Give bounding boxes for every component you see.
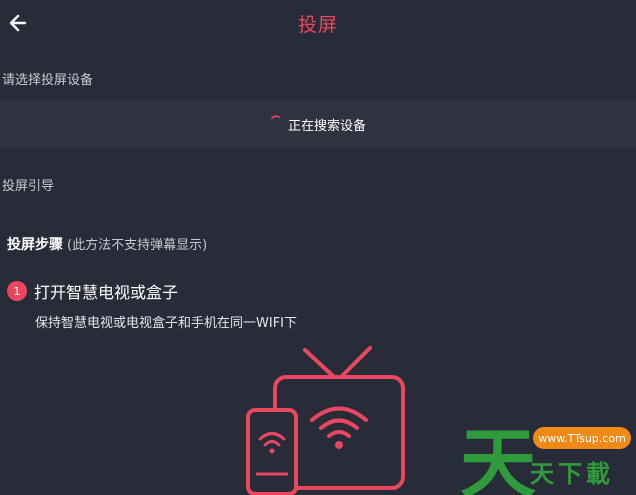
tv-phone-wifi-illustration [246,346,405,495]
watermark-chars: 天下載 [530,460,614,488]
loading-spinner-icon [271,115,280,119]
watermark-big-char: 天 [460,419,536,495]
page-title: 投屏 [297,14,338,36]
steps-note: (此方法不支持弹幕显示) [67,238,208,253]
guide-label: 投屏引导 [2,179,55,194]
step-number-badge: 1 [7,281,27,301]
device-search-row[interactable]: 正在搜索设备 [0,100,636,148]
step-1-heading: 1 打开智慧电视或盒子 [7,279,178,303]
steps-heading: 投屏步骤 (此方法不支持弹幕显示) [7,234,207,254]
step-1-description: 保持智慧电视或电视盒子和手机在同一WIFI下 [35,316,297,331]
step-1-title: 打开智慧电视或盒子 [34,283,179,302]
top-bar: 投屏 [0,0,636,46]
select-device-label: 请选择投屏设备 [2,73,94,88]
watermark-url: www.TTsup.com [533,427,631,449]
tv-wifi-icon [310,406,368,449]
steps-title: 投屏步骤 [7,237,63,253]
tv-antenna-icon [303,346,372,378]
searching-status-text: 正在搜索设备 [287,118,366,134]
